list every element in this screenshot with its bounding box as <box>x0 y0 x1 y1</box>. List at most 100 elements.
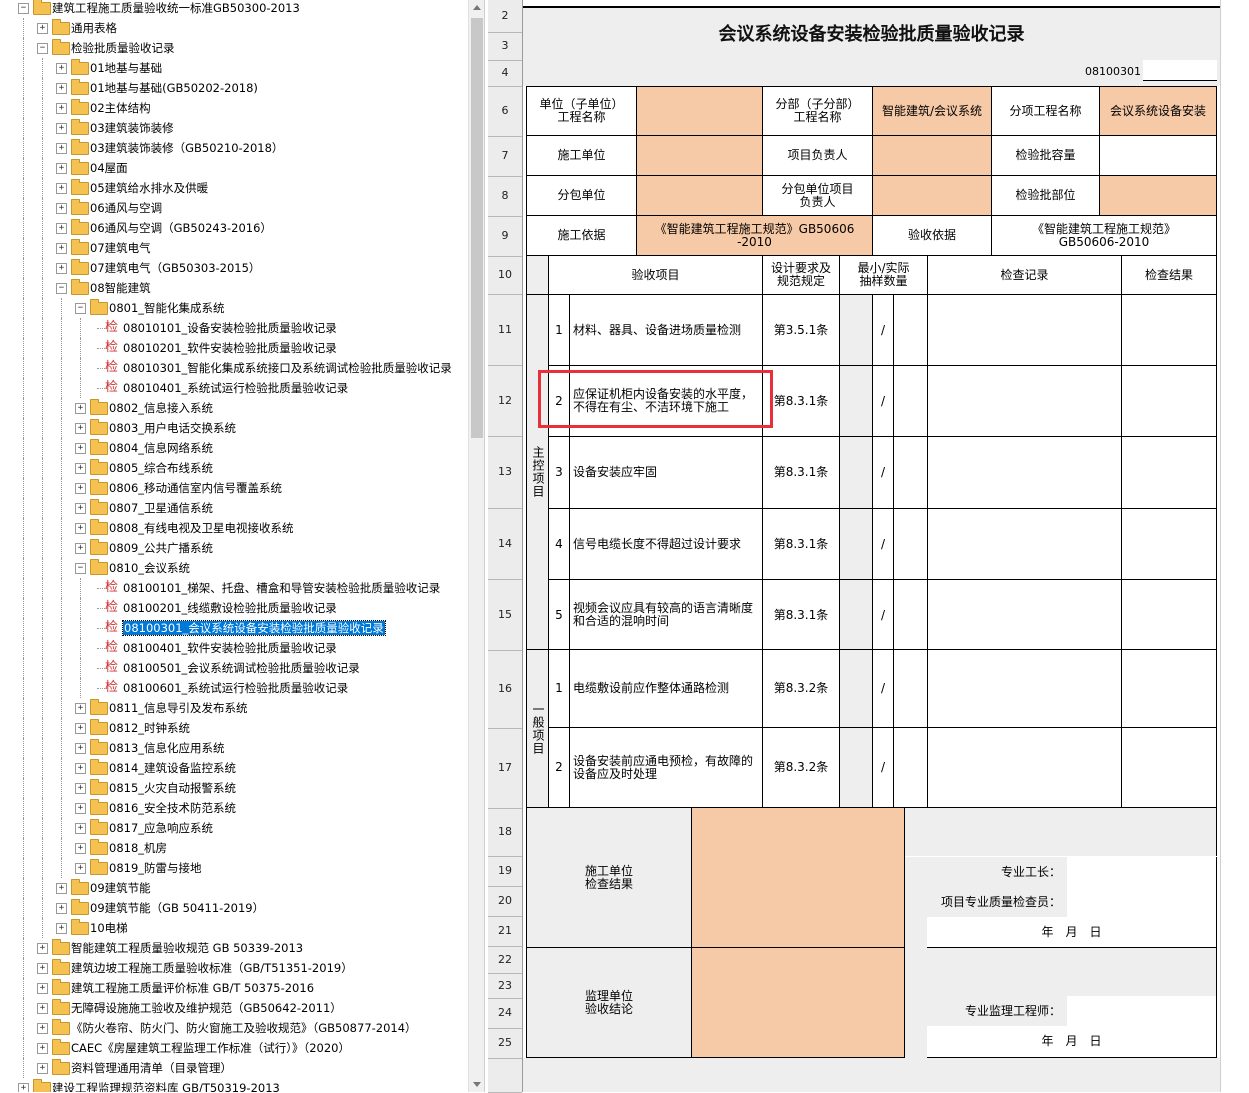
tree-folder-item[interactable]: + 建筑边坡工程施工质量验收标准（GB/T51351-2019） <box>0 958 468 978</box>
sub-manager-value[interactable] <box>872 175 992 216</box>
contractor-result-value[interactable] <box>691 807 905 948</box>
tree-folder-item[interactable]: +01地基与基础(GB50202-2018) <box>0 78 468 98</box>
tree-item-label[interactable]: 08010201_软件安装检验批质量验收记录 <box>123 341 337 355</box>
tree-item-label[interactable]: 建筑工程施工质量验收统一标准GB50300-2013 <box>52 1 300 15</box>
tree-folder-item[interactable]: +02主体结构 <box>0 98 468 118</box>
item-sample-actual[interactable] <box>893 294 928 366</box>
tree-folder-item[interactable]: − 08智能建筑 <box>0 278 468 298</box>
tree-folder-item[interactable]: − 检验批质量验收记录 <box>0 38 468 58</box>
expand-icon[interactable]: + <box>56 263 67 274</box>
expand-icon[interactable]: + <box>75 783 86 794</box>
row-number[interactable]: 12 <box>488 365 522 437</box>
tree-folder-item[interactable]: +0811_信息导引及发布系统 <box>0 698 468 718</box>
tree-folder-item[interactable]: +04屋面 <box>0 158 468 178</box>
tree-folder-item[interactable]: +0812_时钟系统 <box>0 718 468 738</box>
tree-item-label[interactable]: 0804_信息网络系统 <box>109 441 213 455</box>
tree-folder-item[interactable]: +0802_信息接入系统 <box>0 398 468 418</box>
row-number[interactable]: 21 <box>488 916 522 947</box>
tree-item-label[interactable]: 0808_有线电视及卫星电视接收系统 <box>109 521 294 535</box>
tree-item-label[interactable]: 08010101_设备安装检验批质量验收记录 <box>123 321 337 335</box>
expand-icon[interactable]: + <box>75 403 86 414</box>
row-number[interactable]: 23 <box>488 973 522 999</box>
tree-folder-item[interactable]: + 建设工程监理规范资料库 GB/T50319-2013 <box>0 1078 468 1092</box>
tree-item-label[interactable]: 0814_建筑设备监控系统 <box>109 761 236 775</box>
expand-icon[interactable]: + <box>56 883 67 894</box>
tree-doc-item[interactable]: 检 08010101_设备安装检验批质量验收记录 <box>0 318 468 338</box>
expand-icon[interactable]: + <box>37 943 48 954</box>
item-sample-min[interactable] <box>839 508 873 580</box>
tree-item-label[interactable]: 01地基与基础(GB50202-2018) <box>90 81 258 95</box>
tree-item-label[interactable]: 07建筑电气（GB50303-2015） <box>90 261 260 275</box>
expand-icon[interactable]: + <box>56 143 67 154</box>
row-number[interactable]: 22 <box>488 946 522 974</box>
item-sample-min[interactable] <box>839 649 873 728</box>
tree-item-label[interactable]: 09建筑节能 <box>90 881 151 895</box>
contractor-date[interactable]: 年 月 日 <box>927 917 1217 948</box>
expand-icon[interactable]: + <box>75 703 86 714</box>
tree-folder-item[interactable]: +06通风与空调 <box>0 198 468 218</box>
tree-item-label[interactable]: 检验批质量验收记录 <box>71 41 175 55</box>
tree-item-label[interactable]: 智能建筑工程质量验收规范 GB 50339-2013 <box>71 941 303 955</box>
tree-folder-item[interactable]: +0803_用户电话交换系统 <box>0 418 468 438</box>
tree-item-label[interactable]: 08100401_软件安装检验批质量验收记录 <box>123 641 337 655</box>
expand-icon[interactable]: + <box>56 103 67 114</box>
project-manager-value[interactable] <box>872 135 992 176</box>
tree-item-label[interactable]: 0819_防雷与接地 <box>109 861 202 875</box>
collapse-icon[interactable]: − <box>75 563 86 574</box>
subitem-value[interactable]: 会议系统设备安装 <box>1099 86 1217 136</box>
tree-item-label[interactable]: 03建筑装饰装修（GB50210-2018） <box>90 141 283 155</box>
tree-item-label[interactable]: 0812_时钟系统 <box>109 721 190 735</box>
tree-folder-item[interactable]: +10电梯 <box>0 918 468 938</box>
item-record[interactable] <box>927 365 1122 437</box>
tree-folder-item[interactable]: +0808_有线电视及卫星电视接收系统 <box>0 518 468 538</box>
item-sample-min[interactable] <box>839 294 873 366</box>
tree-folder-item[interactable]: +07建筑电气 <box>0 238 468 258</box>
expand-icon[interactable]: + <box>75 803 86 814</box>
expand-icon[interactable]: + <box>56 923 67 934</box>
expand-icon[interactable]: + <box>37 1003 48 1014</box>
expand-icon[interactable]: + <box>75 823 86 834</box>
row-number[interactable]: 19 <box>488 856 522 887</box>
tree-item-label[interactable]: 0816_安全技术防范系统 <box>109 801 236 815</box>
tree-folder-item[interactable]: + CAEC《房屋建筑工程监理工作标准（试行）》（2020） <box>0 1038 468 1058</box>
expand-icon[interactable]: + <box>56 243 67 254</box>
expand-icon[interactable]: + <box>56 123 67 134</box>
tree-folder-item[interactable]: − 建筑工程施工质量验收统一标准GB50300-2013 <box>0 0 468 18</box>
supervisor-value[interactable] <box>691 947 905 1058</box>
tree-folder-item[interactable]: +0814_建筑设备监控系统 <box>0 758 468 778</box>
expand-icon[interactable]: + <box>75 543 86 554</box>
tree-scrollbar[interactable] <box>468 0 484 1092</box>
row-number[interactable]: 20 <box>488 886 522 917</box>
collapse-icon[interactable]: − <box>75 303 86 314</box>
item-record[interactable] <box>927 579 1122 651</box>
engineer-value[interactable] <box>1067 996 1217 1026</box>
contractor-value[interactable] <box>636 135 763 176</box>
row-number[interactable]: 15 <box>488 579 522 651</box>
item-record[interactable] <box>927 508 1122 580</box>
unit-project-value[interactable] <box>636 86 763 136</box>
tree-doc-item[interactable]: 检 08100601_系统试运行检验批质量验收记录 <box>0 678 468 698</box>
row-number[interactable]: 11 <box>488 294 522 366</box>
row-number[interactable]: 17 <box>488 728 522 809</box>
tree-item-label[interactable]: 02主体结构 <box>90 101 151 115</box>
item-record[interactable] <box>927 649 1122 728</box>
tree-folder-item[interactable]: + 资料管理通用清单（目录管理） <box>0 1058 468 1078</box>
tree-folder-item[interactable]: +0819_防雷与接地 <box>0 858 468 878</box>
tree-item-label[interactable]: 08100601_系统试运行检验批质量验收记录 <box>123 681 348 695</box>
collapse-icon[interactable]: − <box>18 3 29 14</box>
tree-folder-item[interactable]: +0816_安全技术防范系统 <box>0 798 468 818</box>
expand-icon[interactable]: + <box>75 503 86 514</box>
item-result[interactable] <box>1121 649 1217 728</box>
tree-item-label[interactable]: 08智能建筑 <box>90 281 151 295</box>
supervisor-date[interactable]: 年 月 日 <box>927 1026 1217 1058</box>
tree-doc-item[interactable]: 检 08100101_梯架、托盘、槽盒和导管安装检验批质量验收记录 <box>0 578 468 598</box>
tree-folder-item[interactable]: + 智能建筑工程质量验收规范 GB 50339-2013 <box>0 938 468 958</box>
tree-item-label[interactable]: 0805_综合布线系统 <box>109 461 213 475</box>
tree-folder-item[interactable]: − 0801_智能化集成系统 <box>0 298 468 318</box>
expand-icon[interactable]: + <box>75 483 86 494</box>
item-result[interactable] <box>1121 727 1217 808</box>
item-result[interactable] <box>1121 508 1217 580</box>
expand-icon[interactable]: + <box>75 463 86 474</box>
tree-item-label[interactable]: 08100201_线缆敷设检验批质量验收记录 <box>123 601 337 615</box>
tree-doc-item[interactable]: 检 08100401_软件安装检验批质量验收记录 <box>0 638 468 658</box>
